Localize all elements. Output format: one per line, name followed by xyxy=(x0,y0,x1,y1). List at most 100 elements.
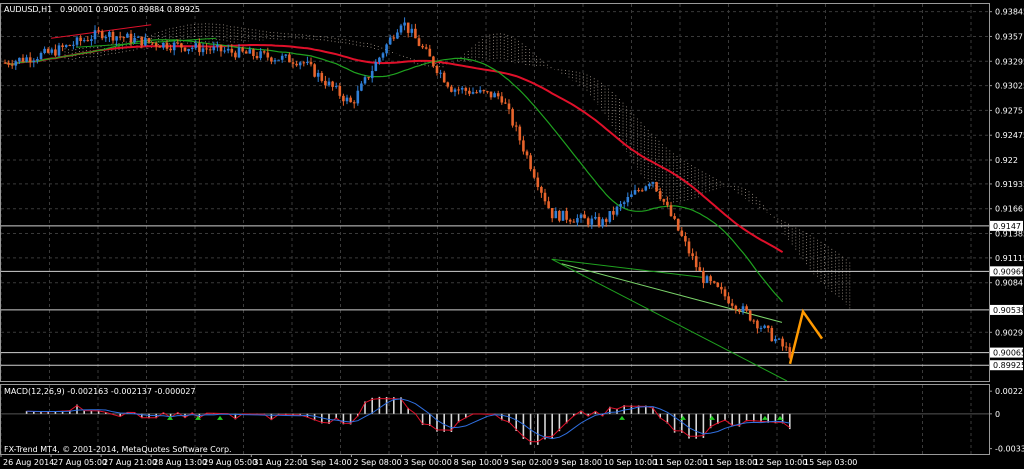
candle-body xyxy=(194,43,198,48)
candle-body xyxy=(518,126,522,141)
candle-body xyxy=(144,38,147,46)
candle-body xyxy=(86,40,90,42)
price-axis-label: 0.9029 xyxy=(995,328,1023,337)
candle-body xyxy=(529,155,532,170)
candle-body xyxy=(115,36,118,41)
copyright-text: FX-Trend MT4, © 2001-2014, MetaQuotes So… xyxy=(4,445,232,454)
candle-body xyxy=(435,66,439,73)
chart-background xyxy=(0,0,1024,469)
candle-body xyxy=(18,57,21,62)
candle-body xyxy=(586,218,590,225)
candle-body xyxy=(572,221,576,223)
candle-body xyxy=(385,44,388,54)
candle-body xyxy=(72,44,75,46)
time-axis-label: 8 Sep 10:00 xyxy=(454,458,502,467)
macd-histogram-bar xyxy=(695,413,697,439)
candle-body xyxy=(396,32,399,39)
candle-body xyxy=(331,81,334,87)
candle-body xyxy=(457,89,460,91)
candle-body xyxy=(165,42,169,49)
candle-body xyxy=(741,306,745,312)
candle-body xyxy=(612,211,615,215)
candle-body xyxy=(482,90,486,92)
candle-body xyxy=(21,57,25,62)
candle-body xyxy=(406,22,410,33)
candle-body xyxy=(594,216,597,219)
candle-body xyxy=(428,48,432,57)
candle-body xyxy=(147,38,151,43)
candle-body xyxy=(252,49,255,56)
candle-body xyxy=(702,270,705,283)
candle-body xyxy=(266,52,270,58)
time-axis-label: 26 Aug 2014 xyxy=(3,458,54,467)
candle-body xyxy=(54,49,57,56)
candle-body xyxy=(295,63,298,66)
candle-body xyxy=(201,48,205,53)
candle-body xyxy=(198,43,201,53)
candle-body xyxy=(349,97,352,103)
candle-body xyxy=(450,86,453,92)
candle-body xyxy=(25,57,28,62)
candle-body xyxy=(424,47,428,49)
candle-body xyxy=(766,325,770,328)
symbol-title: AUDUSD,H1 xyxy=(4,5,52,14)
candle-body xyxy=(309,61,313,65)
candle-body xyxy=(277,59,280,61)
candle-body xyxy=(453,89,457,92)
candle-body xyxy=(511,109,514,126)
candle-body xyxy=(248,49,252,54)
candle-body xyxy=(97,30,100,32)
chart-root: 0.91470.909660.905380.900650.89925 0.938… xyxy=(0,0,1024,469)
candle-body xyxy=(676,218,680,231)
candle-body xyxy=(338,85,342,96)
candle-body xyxy=(190,47,194,49)
candle-body xyxy=(522,140,525,152)
price-axis-label: 0.9084 xyxy=(995,279,1023,288)
candle-body xyxy=(730,303,734,306)
candle-body xyxy=(464,87,468,91)
candle-body xyxy=(234,52,237,58)
candle-body xyxy=(82,40,86,42)
candle-body xyxy=(496,93,500,97)
price-level-label: 0.90065 xyxy=(993,349,1024,358)
macd-histogram-bar xyxy=(681,413,683,433)
candle-body xyxy=(158,46,162,48)
candle-body xyxy=(442,72,446,83)
candle-body xyxy=(36,59,39,61)
price-axis-label: 0.93845 xyxy=(995,8,1024,17)
candle-body xyxy=(630,194,633,197)
candle-body xyxy=(655,182,658,192)
macd-histogram-bar xyxy=(688,413,690,439)
macd-axis-label: -0.003377 xyxy=(995,445,1024,454)
candle-body xyxy=(471,92,475,94)
candle-body xyxy=(388,37,392,45)
candle-body xyxy=(640,190,644,192)
candle-body xyxy=(205,48,208,50)
candle-body xyxy=(712,281,716,283)
candle-body xyxy=(752,320,756,322)
candle-body xyxy=(79,37,82,42)
candle-body xyxy=(284,54,288,56)
candle-body xyxy=(288,54,291,63)
price-axis-label: 0.9275 xyxy=(995,106,1023,115)
candle-body xyxy=(684,236,687,242)
macd-axis-label: 0.0022 xyxy=(995,387,1023,396)
candle-body xyxy=(658,191,662,200)
candle-body xyxy=(270,57,273,62)
price-axis-label: 0.91935 xyxy=(995,180,1024,189)
candle-body xyxy=(439,72,442,74)
macd-histogram-bar xyxy=(522,413,525,439)
candle-body xyxy=(392,37,396,39)
candle-body xyxy=(417,38,421,46)
candle-body xyxy=(770,327,774,342)
candle-body xyxy=(536,177,540,187)
price-axis-label: 0.93025 xyxy=(995,82,1024,91)
candle-body xyxy=(126,33,129,38)
candle-body xyxy=(399,25,403,33)
candle-body xyxy=(140,36,144,46)
candle-body xyxy=(568,219,572,222)
candle-body xyxy=(460,87,464,90)
candle-body xyxy=(576,218,579,223)
candle-body xyxy=(122,37,126,39)
candle-body xyxy=(298,62,302,66)
